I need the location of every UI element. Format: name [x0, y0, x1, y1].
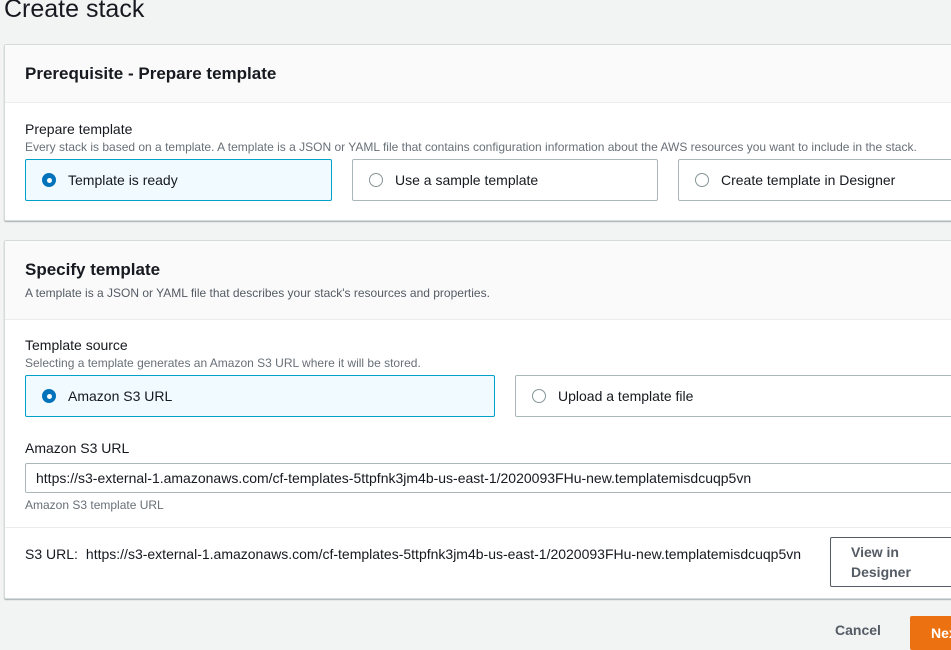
- specify-template-desc: A template is a JSON or YAML file that d…: [25, 286, 490, 300]
- template-source-desc: Selecting a template generates an Amazon…: [25, 356, 421, 370]
- next-button[interactable]: Next: [910, 616, 951, 650]
- prerequisite-header: Prerequisite - Prepare template: [5, 45, 951, 103]
- radio-selected-icon[interactable]: [42, 389, 56, 403]
- prepare-template-desc: Every stack is based on a template. A te…: [25, 140, 917, 154]
- option-label: Template is ready: [68, 172, 178, 188]
- option-upload-template-file[interactable]: Upload a template file: [515, 375, 951, 417]
- option-amazon-s3-url[interactable]: Amazon S3 URL: [25, 375, 495, 417]
- option-label: Amazon S3 URL: [68, 388, 173, 404]
- s3-url-input[interactable]: [25, 463, 951, 493]
- prepare-template-label: Prepare template: [25, 121, 133, 137]
- prerequisite-title: Prerequisite - Prepare template: [25, 63, 277, 83]
- divider: [5, 527, 951, 528]
- radio-icon[interactable]: [532, 389, 546, 403]
- option-create-in-designer[interactable]: Create template in Designer: [678, 159, 951, 201]
- s3-url-value: https://s3-external-1.amazonaws.com/cf-t…: [85, 546, 802, 562]
- prerequisite-panel: Prerequisite - Prepare template Prepare …: [4, 44, 951, 221]
- option-label: Upload a template file: [558, 388, 694, 404]
- option-template-ready[interactable]: Template is ready: [25, 159, 332, 201]
- s3-url-key: S3 URL:: [25, 546, 78, 562]
- view-in-designer-button[interactable]: View in Designer: [830, 537, 951, 587]
- radio-icon[interactable]: [695, 173, 709, 187]
- s3-url-display: S3 URL: https://s3-external-1.amazonaws.c…: [25, 544, 831, 564]
- radio-icon[interactable]: [369, 173, 383, 187]
- template-source-label: Template source: [25, 337, 128, 353]
- option-label: Create template in Designer: [721, 172, 896, 188]
- s3-url-label: Amazon S3 URL: [25, 440, 130, 456]
- cancel-button[interactable]: Cancel: [835, 622, 881, 638]
- radio-selected-icon[interactable]: [42, 173, 56, 187]
- s3-url-hint: Amazon S3 template URL: [25, 498, 164, 512]
- specify-template-header: Specify template A template is a JSON or…: [5, 241, 951, 320]
- option-sample-template[interactable]: Use a sample template: [352, 159, 658, 201]
- specify-template-title: Specify template: [25, 260, 161, 279]
- page-title: Create stack: [4, 0, 145, 23]
- specify-template-panel: Specify template A template is a JSON or…: [4, 240, 951, 599]
- option-label: Use a sample template: [395, 172, 539, 188]
